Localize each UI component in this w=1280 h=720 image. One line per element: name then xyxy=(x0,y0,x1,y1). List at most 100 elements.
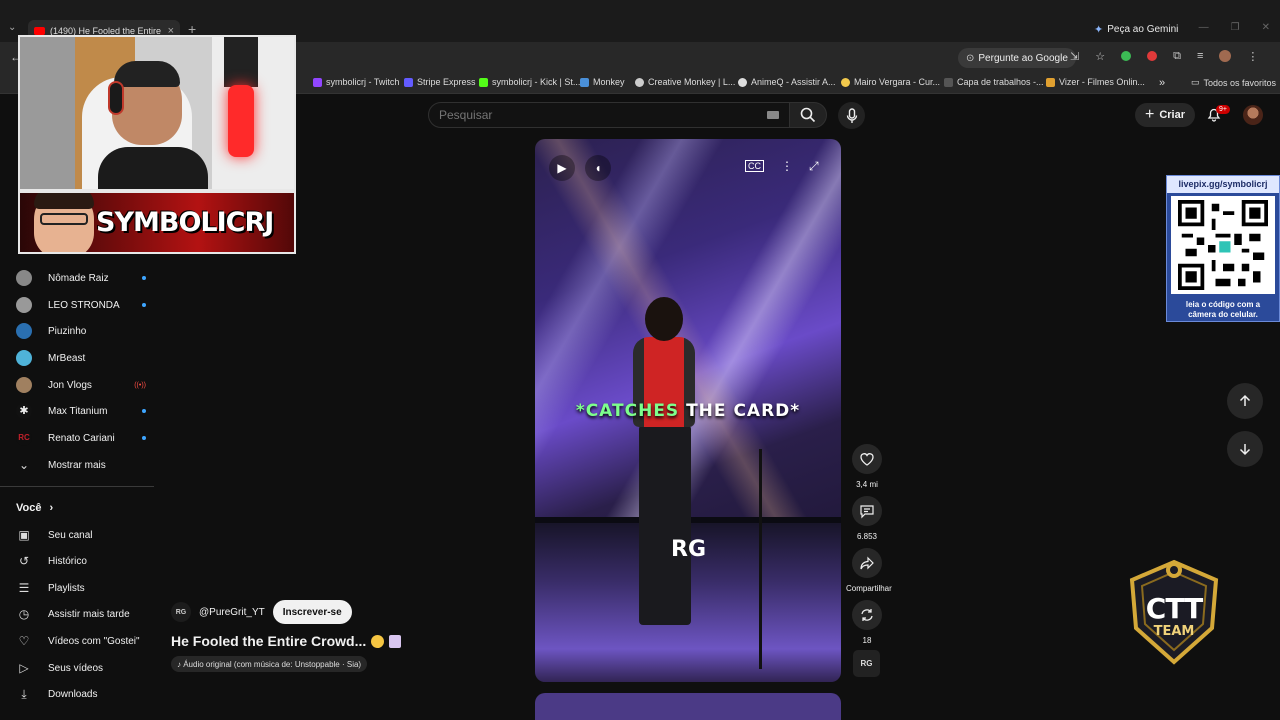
sidebar-item-label: Histórico xyxy=(48,555,87,567)
bookmark-item[interactable]: symbolicrj - Twitch xyxy=(313,77,399,87)
comments-button[interactable] xyxy=(852,496,882,526)
audio-pill[interactable]: ♪ Áudio original (com música de: Unstopp… xyxy=(171,656,368,672)
ask-google-button[interactable]: ⊙ Pergunte ao Google xyxy=(958,48,1076,68)
extension-green-icon[interactable] xyxy=(1121,51,1132,61)
download-icon: ⤓ xyxy=(21,686,27,701)
channel-avatar xyxy=(16,350,32,366)
all-favorites-folder[interactable]: ▭ Todos os favoritos xyxy=(1191,77,1276,88)
bookmark-item[interactable]: Capa de trabalhos -... xyxy=(944,77,1044,87)
remix-button[interactable] xyxy=(852,600,882,630)
subscription-item[interactable]: Jon Vlogs ((•)) xyxy=(16,375,146,395)
voice-search-button[interactable] xyxy=(838,102,865,129)
bookmarks-overflow-button[interactable]: » xyxy=(1159,77,1165,89)
account-avatar[interactable] xyxy=(1243,105,1263,125)
sound-channel-thumbnail[interactable]: RG xyxy=(853,650,880,677)
sidebar-divider xyxy=(0,486,154,487)
short-title[interactable]: He Fooled the Entire Crowd... xyxy=(171,633,402,649)
bookmark-item[interactable]: Creative Monkey | L... xyxy=(635,77,735,87)
previous-short-button[interactable] xyxy=(1227,383,1263,419)
search-icon xyxy=(800,107,816,123)
more-options-icon[interactable]: ⋮ xyxy=(781,159,793,173)
ask-gemini-button[interactable]: ✦ Peça ao Gemini xyxy=(1094,23,1178,36)
tab-search-icon[interactable]: ⌄ xyxy=(8,22,16,33)
next-short-button[interactable] xyxy=(1227,431,1263,467)
maximize-icon[interactable]: ❐ xyxy=(1231,22,1240,33)
volume-button[interactable]: ◖ xyxy=(585,155,611,181)
create-button[interactable]: + Criar xyxy=(1135,103,1195,127)
show-more-button[interactable]: ⌄ Mostrar mais xyxy=(16,455,146,475)
minimize-icon[interactable]: — xyxy=(1199,22,1209,33)
channel-avatar[interactable]: RG xyxy=(171,602,191,622)
bookmark-favicon-icon xyxy=(404,77,413,87)
subscription-item[interactable]: ✱ Max Titanium xyxy=(16,401,146,421)
play-button[interactable]: ▶ xyxy=(549,155,575,181)
extension-red-icon[interactable] xyxy=(1147,51,1158,61)
keyboard-icon[interactable] xyxy=(767,111,779,119)
subscription-item[interactable]: Nômade Raiz xyxy=(16,268,146,288)
channel-handle[interactable]: @PureGrit_YT xyxy=(199,607,265,618)
media-controls-icon[interactable]: ≡ xyxy=(1197,50,1203,63)
bookmark-item[interactable]: Stripe Express xyxy=(404,77,476,87)
subscription-item[interactable]: LEO STRONDA xyxy=(16,295,146,315)
you-section-header[interactable]: Você › xyxy=(16,502,53,514)
comment-icon xyxy=(860,505,874,519)
subscription-item[interactable]: RC Renato Cariani xyxy=(16,428,146,448)
webcam-headphones xyxy=(108,81,124,115)
sidebar-item-downloads[interactable]: ⤓ Downloads xyxy=(16,684,146,704)
bookmark-favicon-icon xyxy=(841,77,850,87)
qr-caption-line: câmera do celular. xyxy=(1188,310,1258,319)
subscribe-button[interactable]: Inscrever-se xyxy=(272,600,352,624)
sidebar-item-history[interactable]: ↺ Histórico xyxy=(16,551,146,571)
bookmark-item[interactable]: Monkey xyxy=(580,77,625,87)
webcam-overlay xyxy=(18,35,296,191)
bookmark-label: symbolicrj - Kick | St... xyxy=(492,77,581,87)
live-indicator-icon: ((•)) xyxy=(134,381,146,389)
bookmark-star-icon[interactable]: ☆ xyxy=(1095,50,1105,63)
short-video-player[interactable]: *CATCHES THE CARD* RG ▶ ◖ CC ⋮ ⤢ xyxy=(535,139,841,682)
remix-action[interactable]: 18 xyxy=(846,600,888,645)
streamer-cartoon-glasses xyxy=(40,213,88,225)
fullscreen-icon[interactable]: ⤢ xyxy=(809,159,819,174)
video-caption: *CATCHES THE CARD* xyxy=(535,401,841,421)
bookmark-label: AnimeQ - Assistir A... xyxy=(751,77,836,87)
streamer-name: SYMBOLICRJ xyxy=(96,207,274,238)
subscription-item[interactable]: MrBeast xyxy=(16,348,146,368)
next-short-preview[interactable] xyxy=(535,693,841,720)
bookmark-favicon-icon xyxy=(580,77,589,87)
subscription-item[interactable]: Piuzinho xyxy=(16,321,146,341)
sidebar-item-your-channel[interactable]: ▣ Seu canal xyxy=(16,525,146,545)
browser-menu-icon[interactable]: ⋮ xyxy=(1247,50,1258,63)
channel-avatar xyxy=(16,297,32,313)
bookmark-item[interactable]: Vizer - Filmes Onlin... xyxy=(1046,77,1145,87)
bookmark-item[interactable]: AnimeQ - Assistir A... xyxy=(738,77,836,87)
sidebar-item-liked-videos[interactable]: ♡ Vídeos com "Gostei" xyxy=(16,631,146,651)
install-app-icon[interactable]: ⇲ xyxy=(1070,50,1079,63)
comments-action[interactable]: 6.853 xyxy=(846,496,888,541)
caption-rest: THE CARD* xyxy=(679,401,801,421)
sidebar-item-label: Assistir mais tarde xyxy=(48,608,130,620)
remix-count: 18 xyxy=(862,636,872,645)
profile-avatar-icon[interactable] xyxy=(1219,50,1232,62)
watch-later-icon: ◷ xyxy=(18,607,30,621)
close-window-icon[interactable]: ✕ xyxy=(1262,22,1270,33)
show-more-label: Mostrar mais xyxy=(48,459,106,471)
like-button[interactable] xyxy=(852,444,882,474)
sidebar-item-your-videos[interactable]: ▷ Seus vídeos xyxy=(16,658,146,678)
like-action[interactable]: 3,4 mi xyxy=(846,444,888,489)
team-subtitle: TEAM xyxy=(1153,624,1195,639)
streamer-namecard: SYMBOLICRJ xyxy=(18,191,296,254)
create-label: Criar xyxy=(1159,109,1186,121)
captions-icon[interactable]: CC xyxy=(745,160,764,172)
search-input[interactable] xyxy=(439,108,749,122)
webcam-mic-arm xyxy=(224,37,258,87)
video-watermark-logo: RG xyxy=(671,537,706,562)
search-button[interactable] xyxy=(789,102,827,128)
share-action[interactable]: Compartilhar xyxy=(846,548,892,593)
sidebar-item-watch-later[interactable]: ◷ Assistir mais tarde xyxy=(16,604,146,624)
bookmark-item[interactable]: symbolicrj - Kick | St... xyxy=(479,77,580,87)
new-content-dot xyxy=(142,303,146,307)
sidebar-item-playlists[interactable]: ☰ Playlists xyxy=(16,578,146,598)
share-button[interactable] xyxy=(852,548,882,578)
extensions-puzzle-icon[interactable]: ⧉ xyxy=(1173,50,1181,63)
bookmark-item[interactable]: Mairo Vergara - Cur... xyxy=(841,77,940,87)
